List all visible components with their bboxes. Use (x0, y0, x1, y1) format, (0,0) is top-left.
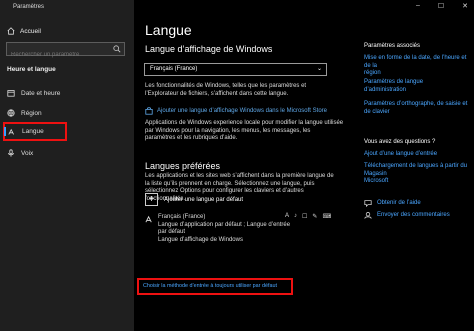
related-link-spelling[interactable]: Paramètres d’orthographe, de saisie et d… (364, 101, 467, 116)
question-link-add-input[interactable]: Ajout d’une langue d’entrée (364, 151, 437, 159)
questions-title: Vous avez des questions ? (364, 139, 436, 145)
display-language-description: Les fonctionnalités de Windows, telles q… (145, 83, 306, 98)
related-link-date-format[interactable]: Mise en forme de la date, de l’heure et … (364, 55, 474, 78)
display-language-icon: A (285, 213, 290, 219)
plus-icon: + (145, 193, 158, 206)
desc-line: l’Explorateur de fichiers, s’affichent d… (145, 90, 289, 97)
preferred-languages-heading: Langues préférées (145, 161, 221, 171)
sidebar: Paramètres Accueil Heure et langue Date … (0, 0, 134, 331)
handwriting-icon: ✎ (312, 214, 318, 220)
globe-icon (7, 109, 15, 117)
related-settings-title: Paramètres associés (364, 43, 421, 49)
calendar-icon (7, 90, 15, 97)
microphone-icon (8, 149, 14, 157)
experience-description: Applications de Windows experience local… (145, 120, 343, 143)
store-link-label: Ajouter une langue d’affichage Windows d… (157, 108, 327, 114)
link-line: d’administration (364, 86, 407, 93)
sidebar-item-label: Date et heure (21, 89, 61, 97)
speech-icon: ♪ (294, 213, 298, 219)
sidebar-item-label: Région (21, 109, 42, 117)
default-input-method-link[interactable]: Choisir la méthode d’entrée à toujours u… (137, 278, 293, 295)
desc-line: par Windows pour la navigation, les menu… (145, 127, 311, 134)
sidebar-item-label: Voix (21, 149, 34, 157)
help-icon (364, 200, 372, 207)
window-controls: – ☐ ✕ (416, 2, 468, 10)
link-line: Paramètres d’orthographe, de saisie et (364, 101, 468, 107)
desc-line: Applications de Windows experience local… (145, 120, 344, 126)
send-feedback-label: Envoyer des commentaires (377, 212, 450, 218)
display-language-dropdown[interactable]: Français (France) ⌄ (144, 63, 327, 76)
desc-line: paramètres et les rubriques d’aide. (145, 135, 238, 141)
add-language-label: Ajouter une langue par défaut (164, 196, 244, 203)
chevron-down-icon: ⌄ (316, 66, 322, 72)
get-help-label: Obtenir de l’aide (377, 200, 421, 206)
search-input[interactable] (7, 49, 107, 61)
language-detail: Langue d’affichage de Windows (158, 236, 243, 243)
window-title: Paramètres (13, 4, 45, 10)
sidebar-item-region[interactable]: Région (5, 106, 42, 120)
get-help-link[interactable]: Obtenir de l’aide (364, 199, 421, 207)
language-glyph-icon (145, 215, 152, 223)
link-line: Téléchargement de langues à partir du Ma… (364, 163, 468, 177)
language-name: Français (France) (158, 214, 206, 220)
language-detail: Langue d’application par défaut ; Langue… (158, 221, 291, 236)
home-button[interactable]: Accueil (7, 27, 41, 35)
text-to-speech-icon: ☐ (302, 214, 308, 220)
link-line: Microsoft (364, 178, 389, 184)
page-title: Langue (145, 22, 192, 38)
display-language-heading: Langue d’affichage de Windows (145, 44, 273, 54)
maximize-button[interactable]: ☐ (438, 2, 444, 10)
language-feature-icons: A ♪ ☐ ✎ ⌨ (285, 213, 331, 220)
minimize-button[interactable]: – (416, 2, 420, 10)
desc-line: Les applications et les sites web s’affi… (145, 173, 334, 179)
question-link-store-download[interactable]: Téléchargement de langues à partir du Ma… (364, 163, 474, 186)
link-line: de clavier (364, 108, 390, 115)
link-line: Paramètres de langue (364, 79, 424, 85)
link-line: région (364, 70, 381, 76)
send-feedback-link[interactable]: Envoyer des commentaires (364, 211, 450, 219)
language-icon (8, 128, 14, 135)
related-link-admin-language[interactable]: Paramètres de langue d’administration (364, 79, 423, 94)
close-button[interactable]: ✕ (462, 2, 468, 10)
add-language-button[interactable]: + Ajouter une langue par défaut (145, 193, 243, 206)
sidebar-item-label: Langue (22, 128, 44, 135)
feedback-icon (364, 212, 372, 219)
search-box[interactable] (6, 42, 125, 61)
sidebar-item-date-time[interactable]: Date et heure (5, 86, 60, 100)
store-link[interactable]: Ajouter une langue d’affichage Windows d… (145, 107, 327, 115)
section-title: Heure et langue (7, 66, 56, 73)
home-label: Accueil (20, 27, 41, 35)
link-line: Ajout d’une langue d’entrée (364, 151, 438, 157)
desc-line: Les fonctionnalités de Windows, telles q… (145, 83, 307, 89)
link-line: Mise en forme de la date, de l’heure et … (364, 55, 467, 69)
home-icon (7, 27, 15, 35)
keyboard-icon: ⌨ (322, 214, 332, 220)
store-bag-icon (145, 107, 153, 115)
sidebar-item-language[interactable]: Langue (3, 122, 67, 141)
search-icon[interactable] (113, 45, 121, 53)
dropdown-value: Français (France) (150, 66, 198, 72)
sidebar-item-voice[interactable]: Voix (5, 146, 33, 160)
desc-line: la liste qu’ils prennent en charge. Séle… (145, 180, 315, 187)
